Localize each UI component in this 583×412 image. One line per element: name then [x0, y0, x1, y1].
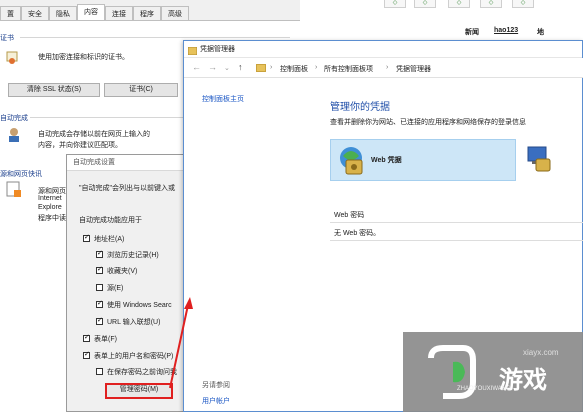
tab-privacy[interactable]: 隐私 — [49, 6, 77, 20]
browsing-history-label: 浏览历史记录(H) — [107, 252, 159, 259]
windows-search-label: 使用 Windows Searc — [107, 302, 172, 309]
divider — [330, 222, 583, 223]
divider — [20, 37, 290, 38]
certificates-description: 使用加密连接和标识的证书。 — [38, 54, 129, 61]
ask-before-saving-label: 在保存密码之前询问我 — [107, 369, 177, 376]
web-credentials-tile[interactable]: Web 凭据 — [330, 139, 516, 181]
forms-checkbox[interactable] — [83, 333, 90, 342]
feeds-label: 源(E) — [107, 285, 124, 292]
autocomplete-icon — [6, 127, 22, 143]
breadcrumb-separator: › — [315, 64, 318, 71]
forms-label: 表单(F) — [94, 336, 117, 343]
control-panel-home-link[interactable]: 控制面板主页 — [202, 94, 244, 104]
url-suggestions-label: URL 输入联想(U) — [107, 319, 161, 326]
tab-security[interactable]: 安全 — [21, 6, 49, 20]
certificate-icon — [6, 51, 18, 65]
windows-credentials-icon — [526, 143, 552, 173]
see-also-label: 另请参阅 — [202, 382, 230, 389]
dialog-title: 自动完成设置 — [67, 155, 195, 171]
favorites-checkbox[interactable] — [96, 265, 103, 274]
feeds-icon — [6, 181, 22, 199]
clear-ssl-state-button[interactable]: 清除 SSL 状态(S) — [8, 83, 100, 97]
toolbar-button[interactable]: ◇ — [448, 0, 470, 8]
watermark-logo-icon — [423, 342, 479, 402]
windows-credentials-tile[interactable] — [526, 141, 554, 183]
autocomplete-group-label: 自动完成功能应用于 — [79, 217, 142, 224]
watermark-domain: xiayx.com — [523, 348, 559, 357]
autocomplete-section-label: 自动完成 — [0, 115, 28, 122]
toolbar-button[interactable]: ◇ — [512, 0, 534, 8]
nav-link-news[interactable]: 新闻 — [465, 27, 479, 37]
watermark-site-name: ZHAOYOUXIWANG — [457, 386, 511, 392]
tab-advanced[interactable]: 高级 — [161, 6, 189, 20]
tab-strip: 置 安全 隐私 内容 连接 程序 高级 — [0, 4, 189, 20]
dialog-intro-text: "自动完成"会列出与以前键入或 — [79, 185, 175, 192]
usernames-passwords-checkbox[interactable] — [83, 350, 90, 359]
url-suggestions-checkbox[interactable] — [96, 316, 103, 325]
watermark: 游戏 xiayx.com ZHAOYOUXIWANG — [403, 332, 583, 412]
tab-content[interactable]: 内容 — [77, 4, 105, 20]
no-web-passwords-text: 无 Web 密码。 — [334, 230, 381, 237]
feeds-description-line3: Explore — [38, 204, 62, 211]
breadcrumb-credential-manager[interactable]: 凭据管理器 — [396, 64, 431, 74]
breadcrumb-all-items[interactable]: 所有控制面板项 — [324, 64, 373, 74]
toolbar-button[interactable]: ◇ — [384, 0, 406, 8]
address-bar: ← → ⌄ ↑ › 控制面板 › 所有控制面板项 › 凭据管理器 — [184, 58, 583, 78]
certificates-section-label: 证书 — [0, 35, 14, 42]
breadcrumb-separator: › — [386, 64, 389, 71]
certificates-button[interactable]: 证书(C) — [104, 83, 178, 97]
address-bar-label: 地址栏(A) — [94, 236, 125, 243]
breadcrumb-control-panel[interactable]: 控制面板 — [280, 64, 308, 74]
divider — [330, 240, 583, 241]
user-accounts-link[interactable]: 用户帐户 — [202, 396, 230, 406]
usernames-passwords-label: 表单上的用户名和密码(P) — [94, 353, 174, 360]
tab-connections[interactable]: 连接 — [105, 6, 133, 20]
feeds-section-label: 源和网页快讯 — [0, 171, 42, 178]
window-title: 凭据管理器 — [200, 46, 235, 53]
windows-search-checkbox[interactable] — [96, 299, 103, 308]
forward-arrow-icon[interactable]: → — [208, 62, 217, 72]
page-description: 查看并删除你为网站、已连接的应用程序和网络保存的登录信息 — [330, 119, 526, 126]
tab-programs[interactable]: 程序 — [133, 6, 161, 20]
tab-general[interactable]: 置 — [0, 6, 21, 20]
favorites-label: 收藏夹(V) — [107, 268, 138, 275]
browsing-history-checkbox[interactable] — [96, 249, 103, 258]
chevron-down-icon[interactable]: ⌄ — [224, 64, 230, 72]
autocomplete-settings-dialog: 自动完成设置 "自动完成"会列出与以前键入或 自动完成功能应用于 地址栏(A) … — [66, 154, 196, 412]
manage-passwords-button[interactable]: 管理密码(M) — [105, 383, 173, 399]
nav-link-hao123[interactable]: hao123 — [494, 27, 518, 34]
toolbar-button[interactable]: ◇ — [414, 0, 436, 8]
autocomplete-description-line2: 内容，并向你建议匹配项。 — [38, 142, 122, 149]
up-arrow-icon[interactable]: ↑ — [238, 62, 243, 72]
web-passwords-header: Web 密码 — [334, 212, 365, 219]
toolbar-button[interactable]: ◇ — [480, 0, 502, 8]
autocomplete-description-line1: 自动完成会存储以前在网页上输入的 — [38, 131, 150, 138]
ask-before-saving-checkbox[interactable] — [96, 368, 103, 375]
credential-manager-icon — [187, 45, 198, 56]
nav-link-map[interactable]: 地 — [537, 27, 544, 37]
address-bar-checkbox[interactable] — [83, 233, 90, 242]
web-credentials-label: Web 凭据 — [371, 157, 402, 164]
breadcrumb-separator: › — [270, 64, 273, 71]
web-credentials-icon — [337, 144, 367, 176]
window-titlebar: 凭据管理器 — [184, 41, 582, 58]
feeds-description-line2: Internet — [38, 195, 62, 202]
folder-icon — [256, 64, 266, 72]
page-heading: 管理你的凭据 — [330, 102, 390, 113]
back-arrow-icon[interactable]: ← — [192, 62, 201, 72]
feeds-description-line4: 程序中读 — [38, 215, 66, 222]
feeds-checkbox[interactable] — [96, 284, 103, 291]
